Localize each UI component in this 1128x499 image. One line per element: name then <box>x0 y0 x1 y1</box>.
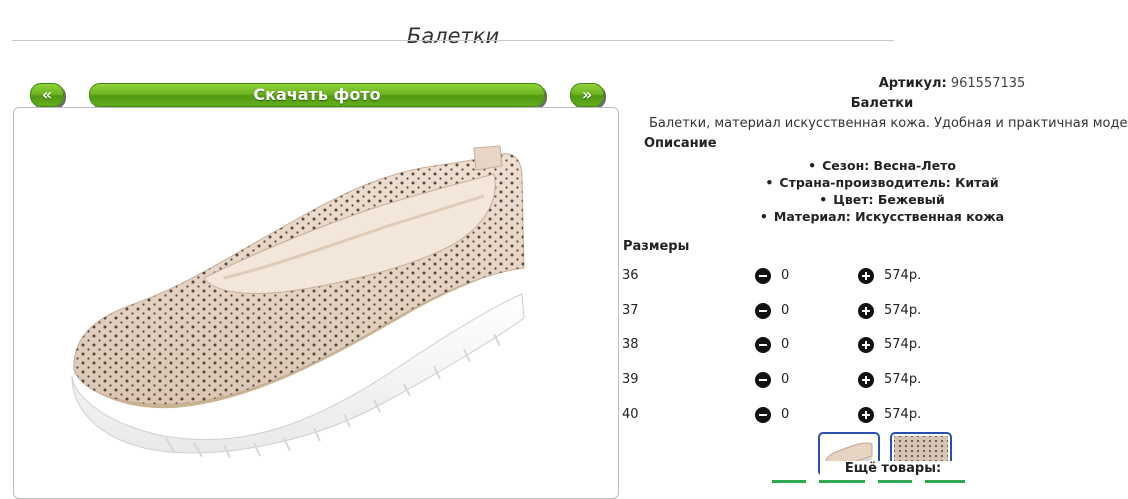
property-color: Цвет: Бежевый <box>622 191 1128 208</box>
minus-icon[interactable] <box>755 372 771 388</box>
more-products-title: Ещё товары: <box>820 461 966 476</box>
quantity-value: 0 <box>781 303 790 318</box>
size-value: 37 <box>622 303 639 318</box>
minus-icon[interactable] <box>755 268 771 284</box>
price-value: 574р. <box>884 303 922 318</box>
more-product-link[interactable] <box>925 480 966 483</box>
prev-photo-button[interactable]: « <box>30 83 64 107</box>
article-value: 961557135 <box>950 76 1026 91</box>
price-value: 574р. <box>884 372 922 387</box>
description-heading: Описание <box>644 136 717 151</box>
sizes-heading: Размеры <box>623 239 690 254</box>
product-photo-frame <box>13 107 619 499</box>
product-name: Балетки <box>850 96 914 111</box>
page-title: Балетки <box>406 24 500 49</box>
price-value: 574р. <box>884 407 922 422</box>
price-value: 574р. <box>884 268 922 283</box>
plus-icon[interactable] <box>858 268 874 284</box>
quantity-value: 0 <box>781 337 790 352</box>
size-row: 39 0 574р. <box>622 370 942 390</box>
price-value: 574р. <box>884 337 922 352</box>
more-products-links <box>772 480 992 484</box>
quantity-value: 0 <box>781 268 790 283</box>
plus-icon[interactable] <box>858 337 874 353</box>
size-value: 36 <box>622 268 639 283</box>
property-material: Материал: Искусственная кожа <box>622 208 1128 225</box>
size-value: 40 <box>622 407 639 422</box>
product-description: Балетки, материал искусственная кожа. Уд… <box>649 116 1128 131</box>
plus-icon[interactable] <box>858 407 874 423</box>
article-line: Артикул: 961557135 <box>622 76 1128 91</box>
next-photo-button[interactable]: » <box>570 83 604 107</box>
size-row: 37 0 574р. <box>622 301 942 321</box>
article-label: Артикул: <box>878 76 947 91</box>
size-value: 38 <box>622 337 639 352</box>
plus-icon[interactable] <box>858 372 874 388</box>
minus-icon[interactable] <box>755 303 771 319</box>
property-country: Страна-производитель: Китай <box>622 174 1128 191</box>
download-photo-button[interactable]: Скачать фото <box>89 83 545 107</box>
title-divider <box>12 40 894 41</box>
size-value: 39 <box>622 372 639 387</box>
more-product-link[interactable] <box>819 480 866 483</box>
quantity-value: 0 <box>781 372 790 387</box>
quantity-value: 0 <box>781 407 790 422</box>
plus-icon[interactable] <box>858 303 874 319</box>
minus-icon[interactable] <box>755 407 771 423</box>
size-row: 40 0 574р. <box>622 405 942 425</box>
size-row: 38 0 574р. <box>622 335 942 355</box>
property-season: Сезон: Весна-Лето <box>622 157 1128 174</box>
product-photo <box>71 145 525 459</box>
minus-icon[interactable] <box>755 337 771 353</box>
size-row: 36 0 574р. <box>622 266 942 286</box>
property-list: Сезон: Весна-Лето Страна-производитель: … <box>622 157 1128 225</box>
more-product-link[interactable] <box>772 480 806 483</box>
more-product-link[interactable] <box>878 480 913 483</box>
